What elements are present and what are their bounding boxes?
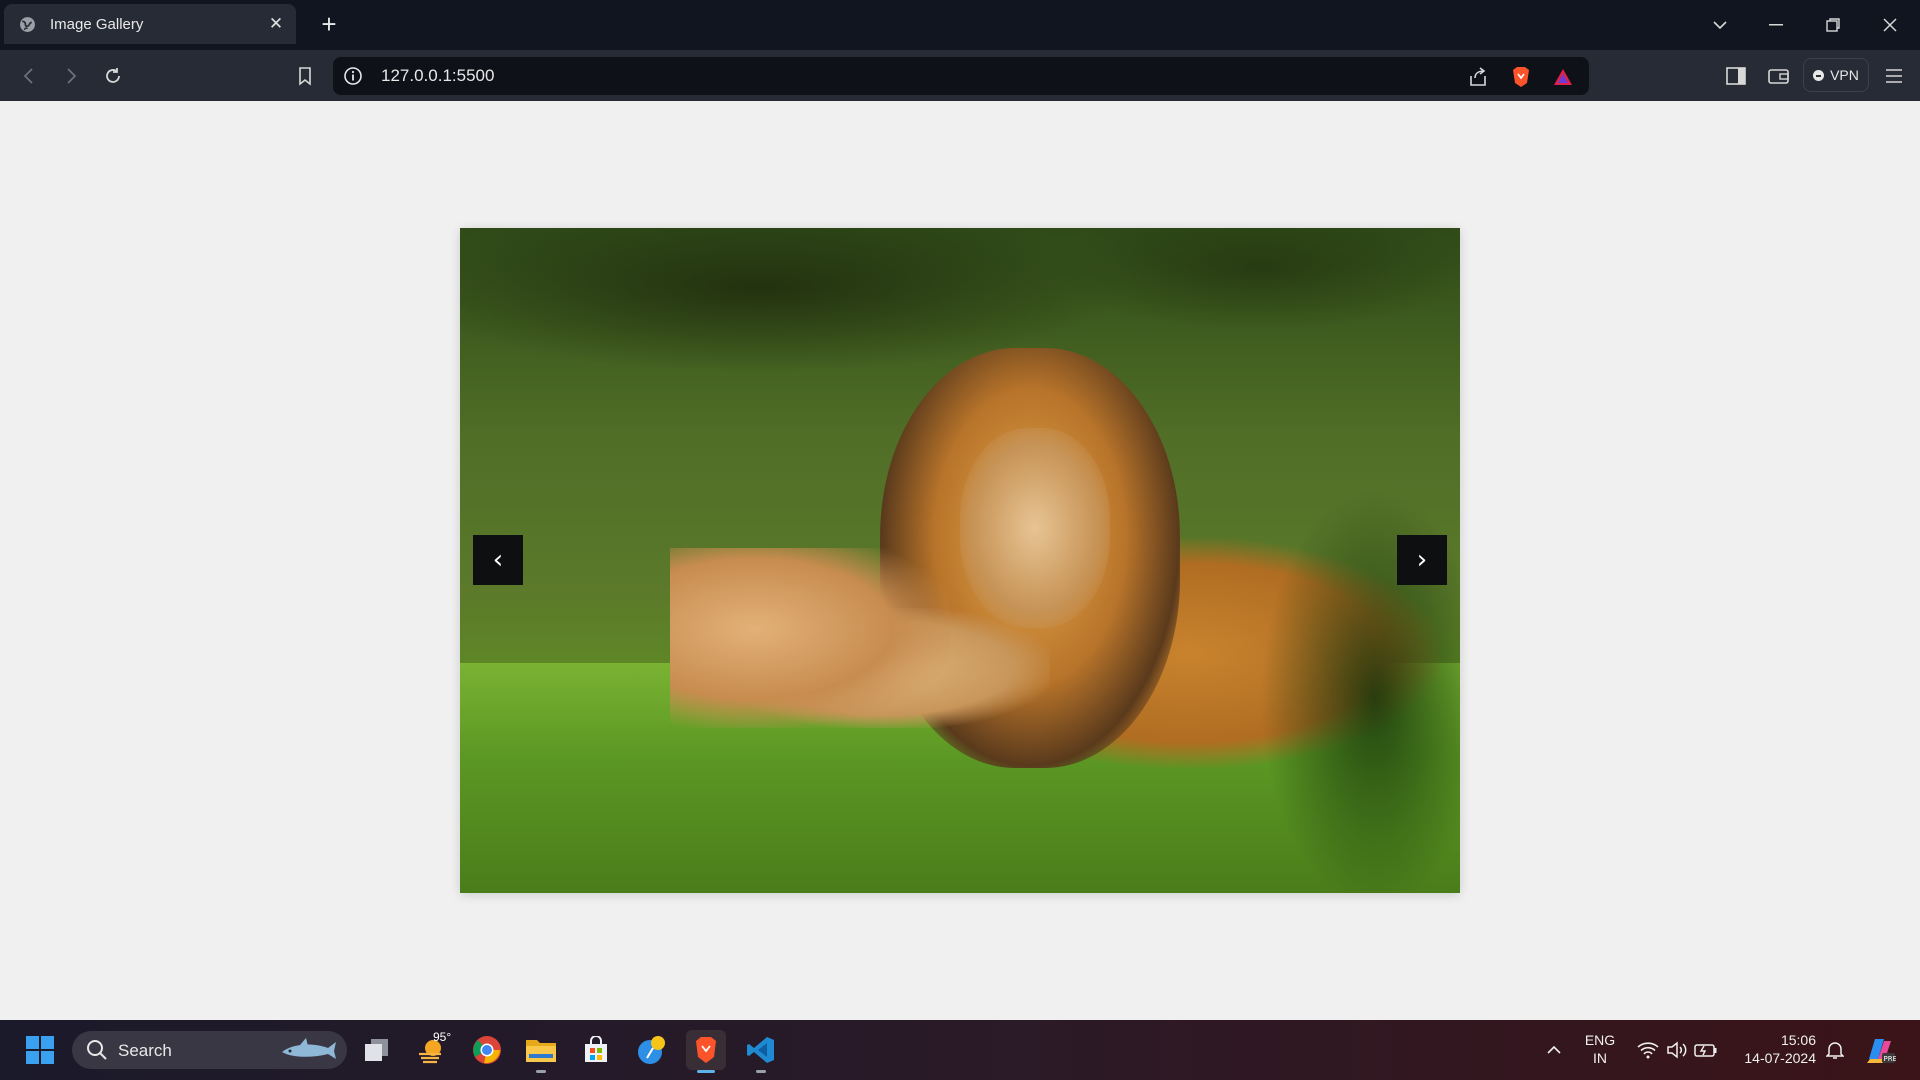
image-gallery: ‹ › — [460, 228, 1460, 893]
wallet-icon[interactable] — [1765, 62, 1793, 90]
sidebar-icon[interactable] — [1722, 62, 1750, 90]
tab-image-gallery[interactable]: Image Gallery ✕ — [4, 4, 296, 44]
next-image-button[interactable]: › — [1397, 535, 1447, 585]
new-tab-button[interactable]: + — [314, 10, 344, 40]
taskbar-search[interactable]: Search — [72, 1031, 347, 1069]
vscode-icon[interactable] — [741, 1030, 781, 1070]
language-label: ENG — [1584, 1032, 1616, 1048]
brave-rewards-icon[interactable] — [1551, 65, 1575, 89]
back-button[interactable] — [14, 62, 44, 90]
search-icon — [86, 1039, 108, 1066]
notifications-bell-icon[interactable] — [1815, 1030, 1855, 1070]
vpn-label: VPN — [1830, 67, 1859, 83]
time-label: 15:06 — [1780, 1032, 1816, 1048]
input-language-indicator[interactable]: ENG IN — [1576, 1031, 1624, 1067]
chrome-icon[interactable] — [467, 1030, 507, 1070]
globe-icon — [18, 15, 36, 33]
close-tab-icon[interactable]: ✕ — [266, 14, 286, 34]
svg-text:PRE: PRE — [1884, 1055, 1897, 1063]
battery-icon[interactable] — [1686, 1030, 1726, 1070]
gallery-image — [460, 228, 1460, 893]
site-info-icon[interactable] — [343, 66, 363, 86]
start-button[interactable] — [20, 1030, 60, 1070]
menu-icon[interactable] — [1880, 62, 1908, 90]
tips-app-icon[interactable] — [632, 1030, 672, 1070]
brave-browser-taskbar-icon[interactable] — [686, 1030, 726, 1070]
file-explorer-icon[interactable] — [521, 1030, 561, 1070]
search-label: Search — [118, 1041, 172, 1060]
weather-temp: 95° — [433, 1030, 452, 1044]
brave-shields-icon[interactable] — [1509, 65, 1533, 89]
forward-button[interactable] — [56, 62, 86, 90]
microsoft-store-icon[interactable] — [576, 1030, 616, 1070]
reload-button[interactable] — [98, 62, 128, 90]
close-window-button[interactable] — [1870, 10, 1910, 40]
date-label: 14-07-2024 — [1744, 1050, 1816, 1066]
previous-image-button[interactable]: ‹ — [473, 535, 523, 585]
task-view-icon[interactable] — [357, 1030, 397, 1070]
copilot-icon[interactable]: PRE — [1860, 1030, 1900, 1070]
browser-titlebar: Image Gallery ✕ + — [0, 0, 1920, 50]
vpn-status-icon — [1813, 69, 1825, 81]
tab-title: Image Gallery — [50, 15, 144, 33]
restore-button[interactable] — [1813, 10, 1853, 40]
region-label: IN — [1593, 1050, 1607, 1066]
bookmark-icon[interactable] — [290, 62, 320, 90]
address-bar[interactable]: 127.0.0.1:5500 — [333, 57, 1589, 95]
show-hidden-icons-chevron-icon[interactable] — [1534, 1030, 1574, 1070]
minimize-button[interactable] — [1756, 10, 1796, 40]
weather-widget[interactable]: 95° — [411, 1030, 451, 1070]
shark-search-highlight-icon — [278, 1037, 338, 1068]
share-icon[interactable] — [1466, 65, 1490, 89]
vpn-button[interactable]: VPN — [1803, 58, 1869, 92]
clock[interactable]: 15:06 14-07-2024 — [1730, 1031, 1816, 1067]
url-text[interactable]: 127.0.0.1:5500 — [381, 66, 494, 86]
tab-list-chevron-icon[interactable] — [1700, 10, 1740, 40]
